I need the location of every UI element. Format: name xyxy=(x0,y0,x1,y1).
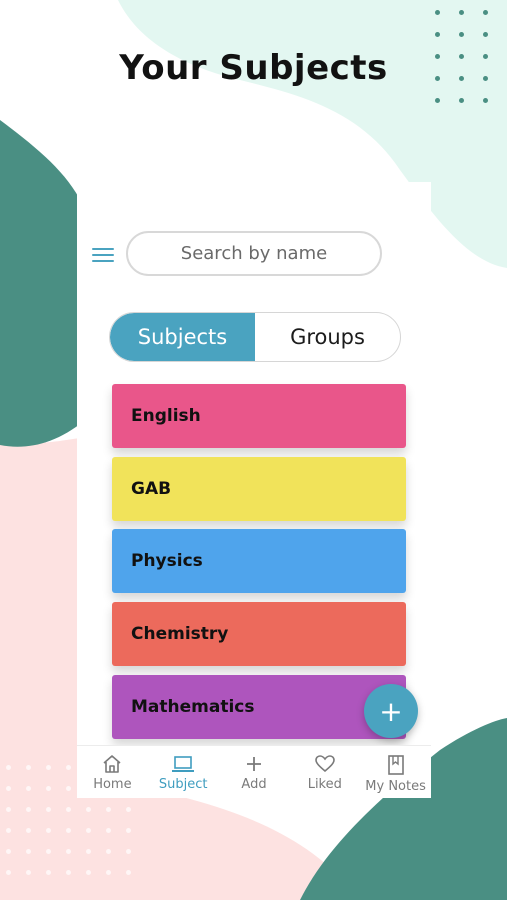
dot xyxy=(46,807,51,812)
dot xyxy=(86,807,91,812)
dot xyxy=(46,849,51,854)
nav-home[interactable]: Home xyxy=(77,746,148,798)
nav-my-notes-label: My Notes xyxy=(365,779,426,794)
dot xyxy=(66,786,71,791)
dot xyxy=(46,870,51,875)
add-subject-button[interactable]: + xyxy=(364,684,418,738)
hamburger-menu-icon[interactable] xyxy=(92,248,114,264)
dot xyxy=(86,828,91,833)
dot xyxy=(126,870,131,875)
dot xyxy=(483,10,488,15)
laptop-icon xyxy=(172,756,195,772)
dot xyxy=(126,849,131,854)
dot xyxy=(459,32,464,37)
nav-subject[interactable]: Subject xyxy=(148,746,219,798)
subject-card-chemistry[interactable]: Chemistry xyxy=(112,602,406,666)
dot xyxy=(6,807,11,812)
subject-card-gab[interactable]: GAB xyxy=(112,457,406,521)
dot xyxy=(435,10,440,15)
nav-add-label: Add xyxy=(241,777,267,792)
dot xyxy=(126,828,131,833)
dot xyxy=(6,849,11,854)
dot xyxy=(106,870,111,875)
heart-icon xyxy=(314,755,335,773)
dot xyxy=(6,765,11,770)
nav-liked-label: Liked xyxy=(307,777,342,792)
dot xyxy=(26,870,31,875)
notebook-icon xyxy=(387,755,404,775)
dot xyxy=(483,32,488,37)
dot xyxy=(459,98,464,103)
dot xyxy=(106,828,111,833)
page-title: Your Subjects xyxy=(119,48,388,88)
subject-card-mathematics[interactable]: Mathematics xyxy=(112,675,406,739)
nav-home-label: Home xyxy=(93,777,132,792)
dot xyxy=(66,870,71,875)
subject-card-english[interactable]: English xyxy=(112,384,406,448)
nav-liked[interactable]: Liked xyxy=(289,746,360,798)
nav-subject-label: Subject xyxy=(158,777,208,792)
dot xyxy=(86,849,91,854)
home-icon xyxy=(103,755,121,773)
dot xyxy=(106,849,111,854)
dot xyxy=(66,807,71,812)
segment-control: Subjects Groups xyxy=(109,312,401,362)
dot xyxy=(26,807,31,812)
dot xyxy=(106,807,111,812)
nav-add[interactable]: Add xyxy=(219,746,290,798)
dot xyxy=(459,10,464,15)
dot xyxy=(6,828,11,833)
dot xyxy=(435,98,440,103)
dot xyxy=(435,32,440,37)
dot xyxy=(26,828,31,833)
dot xyxy=(46,828,51,833)
dot xyxy=(483,98,488,103)
dot xyxy=(66,828,71,833)
nav-my-notes[interactable]: My Notes xyxy=(360,746,431,798)
dot xyxy=(46,786,51,791)
dot xyxy=(6,870,11,875)
dot xyxy=(66,849,71,854)
dot xyxy=(66,765,71,770)
search-input[interactable] xyxy=(126,231,382,276)
dot xyxy=(6,786,11,791)
plus-icon xyxy=(246,757,261,771)
dot xyxy=(86,870,91,875)
bottom-navigation: Home Subject Add Liked My Notes xyxy=(77,745,431,798)
tab-subjects[interactable]: Subjects xyxy=(110,313,255,361)
dot xyxy=(26,765,31,770)
tab-groups[interactable]: Groups xyxy=(255,313,400,361)
dot xyxy=(46,765,51,770)
subject-card-physics[interactable]: Physics xyxy=(112,529,406,593)
dot xyxy=(26,849,31,854)
dot xyxy=(26,786,31,791)
dot xyxy=(126,807,131,812)
